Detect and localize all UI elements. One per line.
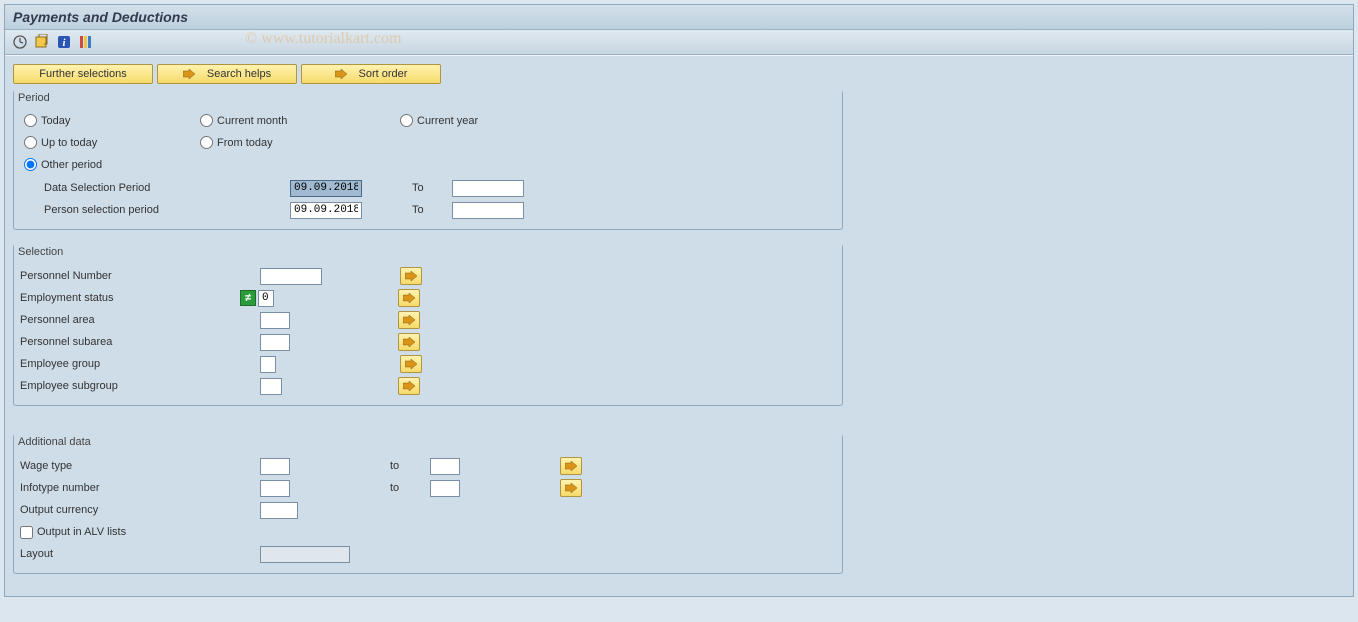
personnel-subarea-multi-button[interactable] <box>398 333 420 351</box>
page-title: Payments and Deductions <box>5 5 1353 30</box>
data-selection-to-label: To <box>412 182 452 194</box>
infotype-multi-button[interactable] <box>560 479 582 497</box>
wage-type-to-input[interactable] <box>430 458 460 475</box>
infotype-number-label: Infotype number <box>20 482 240 494</box>
data-selection-to-input[interactable] <box>452 180 524 197</box>
radio-up-to-today[interactable]: Up to today <box>24 136 97 149</box>
alv-checkbox[interactable]: Output in ALV lists <box>20 526 126 539</box>
infotype-from-input[interactable] <box>260 480 290 497</box>
radio-current-year[interactable]: Current year <box>400 114 478 127</box>
not-equal-icon[interactable]: ≠ <box>240 290 256 306</box>
info-icon[interactable]: i <box>55 33 73 51</box>
employee-subgroup-multi-button[interactable] <box>398 377 420 395</box>
output-currency-label: Output currency <box>20 504 240 516</box>
infotype-to-label: to <box>390 482 430 494</box>
execute-icon[interactable] <box>11 33 29 51</box>
search-helps-button[interactable]: Search helps <box>157 64 297 84</box>
structure-icon[interactable] <box>77 33 95 51</box>
personnel-area-multi-button[interactable] <box>398 311 420 329</box>
person-selection-to-input[interactable] <box>452 202 524 219</box>
period-group-title: Period <box>14 90 842 106</box>
selection-group-title: Selection <box>14 244 842 260</box>
employee-group-label: Employee group <box>20 358 240 370</box>
personnel-number-multi-button[interactable] <box>400 267 422 285</box>
employment-status-multi-button[interactable] <box>398 289 420 307</box>
radio-today[interactable]: Today <box>24 114 70 127</box>
employee-group-multi-button[interactable] <box>400 355 422 373</box>
person-selection-period-label: Person selection period <box>20 204 200 216</box>
personnel-subarea-label: Personnel subarea <box>20 336 240 348</box>
employment-status-label: Employment status <box>20 292 240 304</box>
personnel-area-label: Personnel area <box>20 314 240 326</box>
data-selection-from-input[interactable] <box>290 180 362 197</box>
radio-current-month[interactable]: Current month <box>200 114 287 127</box>
wage-type-to-label: to <box>390 460 430 472</box>
person-selection-from-input[interactable] <box>290 202 362 219</box>
employment-status-input[interactable] <box>258 290 274 307</box>
period-group: Period Today Current month Current year <box>13 90 843 230</box>
personnel-number-label: Personnel Number <box>20 270 240 282</box>
data-selection-period-label: Data Selection Period <box>20 182 200 194</box>
layout-label: Layout <box>20 548 240 560</box>
output-currency-input[interactable] <box>260 502 298 519</box>
radio-other-period[interactable]: Other period <box>24 158 102 171</box>
additional-data-group: Additional data Wage type to Infotype nu… <box>13 434 843 574</box>
personnel-area-input[interactable] <box>260 312 290 329</box>
sort-order-button[interactable]: Sort order <box>301 64 441 84</box>
personnel-number-input[interactable] <box>260 268 322 285</box>
employee-group-input[interactable] <box>260 356 276 373</box>
infotype-to-input[interactable] <box>430 480 460 497</box>
arrow-right-icon <box>183 69 195 79</box>
selection-group: Selection Personnel Number Employment st… <box>13 244 843 406</box>
wage-type-from-input[interactable] <box>260 458 290 475</box>
layout-input[interactable] <box>260 546 350 563</box>
personnel-subarea-input[interactable] <box>260 334 290 351</box>
app-toolbar: i © www.tutorialkart.com <box>5 30 1353 55</box>
employee-subgroup-input[interactable] <box>260 378 282 395</box>
person-selection-to-label: To <box>412 204 452 216</box>
wage-type-label: Wage type <box>20 460 240 472</box>
variant-icon[interactable] <box>33 33 51 51</box>
further-selections-button[interactable]: Further selections <box>13 64 153 84</box>
watermark-text: © www.tutorialkart.com <box>245 30 401 48</box>
radio-from-today[interactable]: From today <box>200 136 273 149</box>
employee-subgroup-label: Employee subgroup <box>20 380 240 392</box>
wage-type-multi-button[interactable] <box>560 457 582 475</box>
additional-data-group-title: Additional data <box>14 434 842 450</box>
arrow-right-icon <box>335 69 347 79</box>
